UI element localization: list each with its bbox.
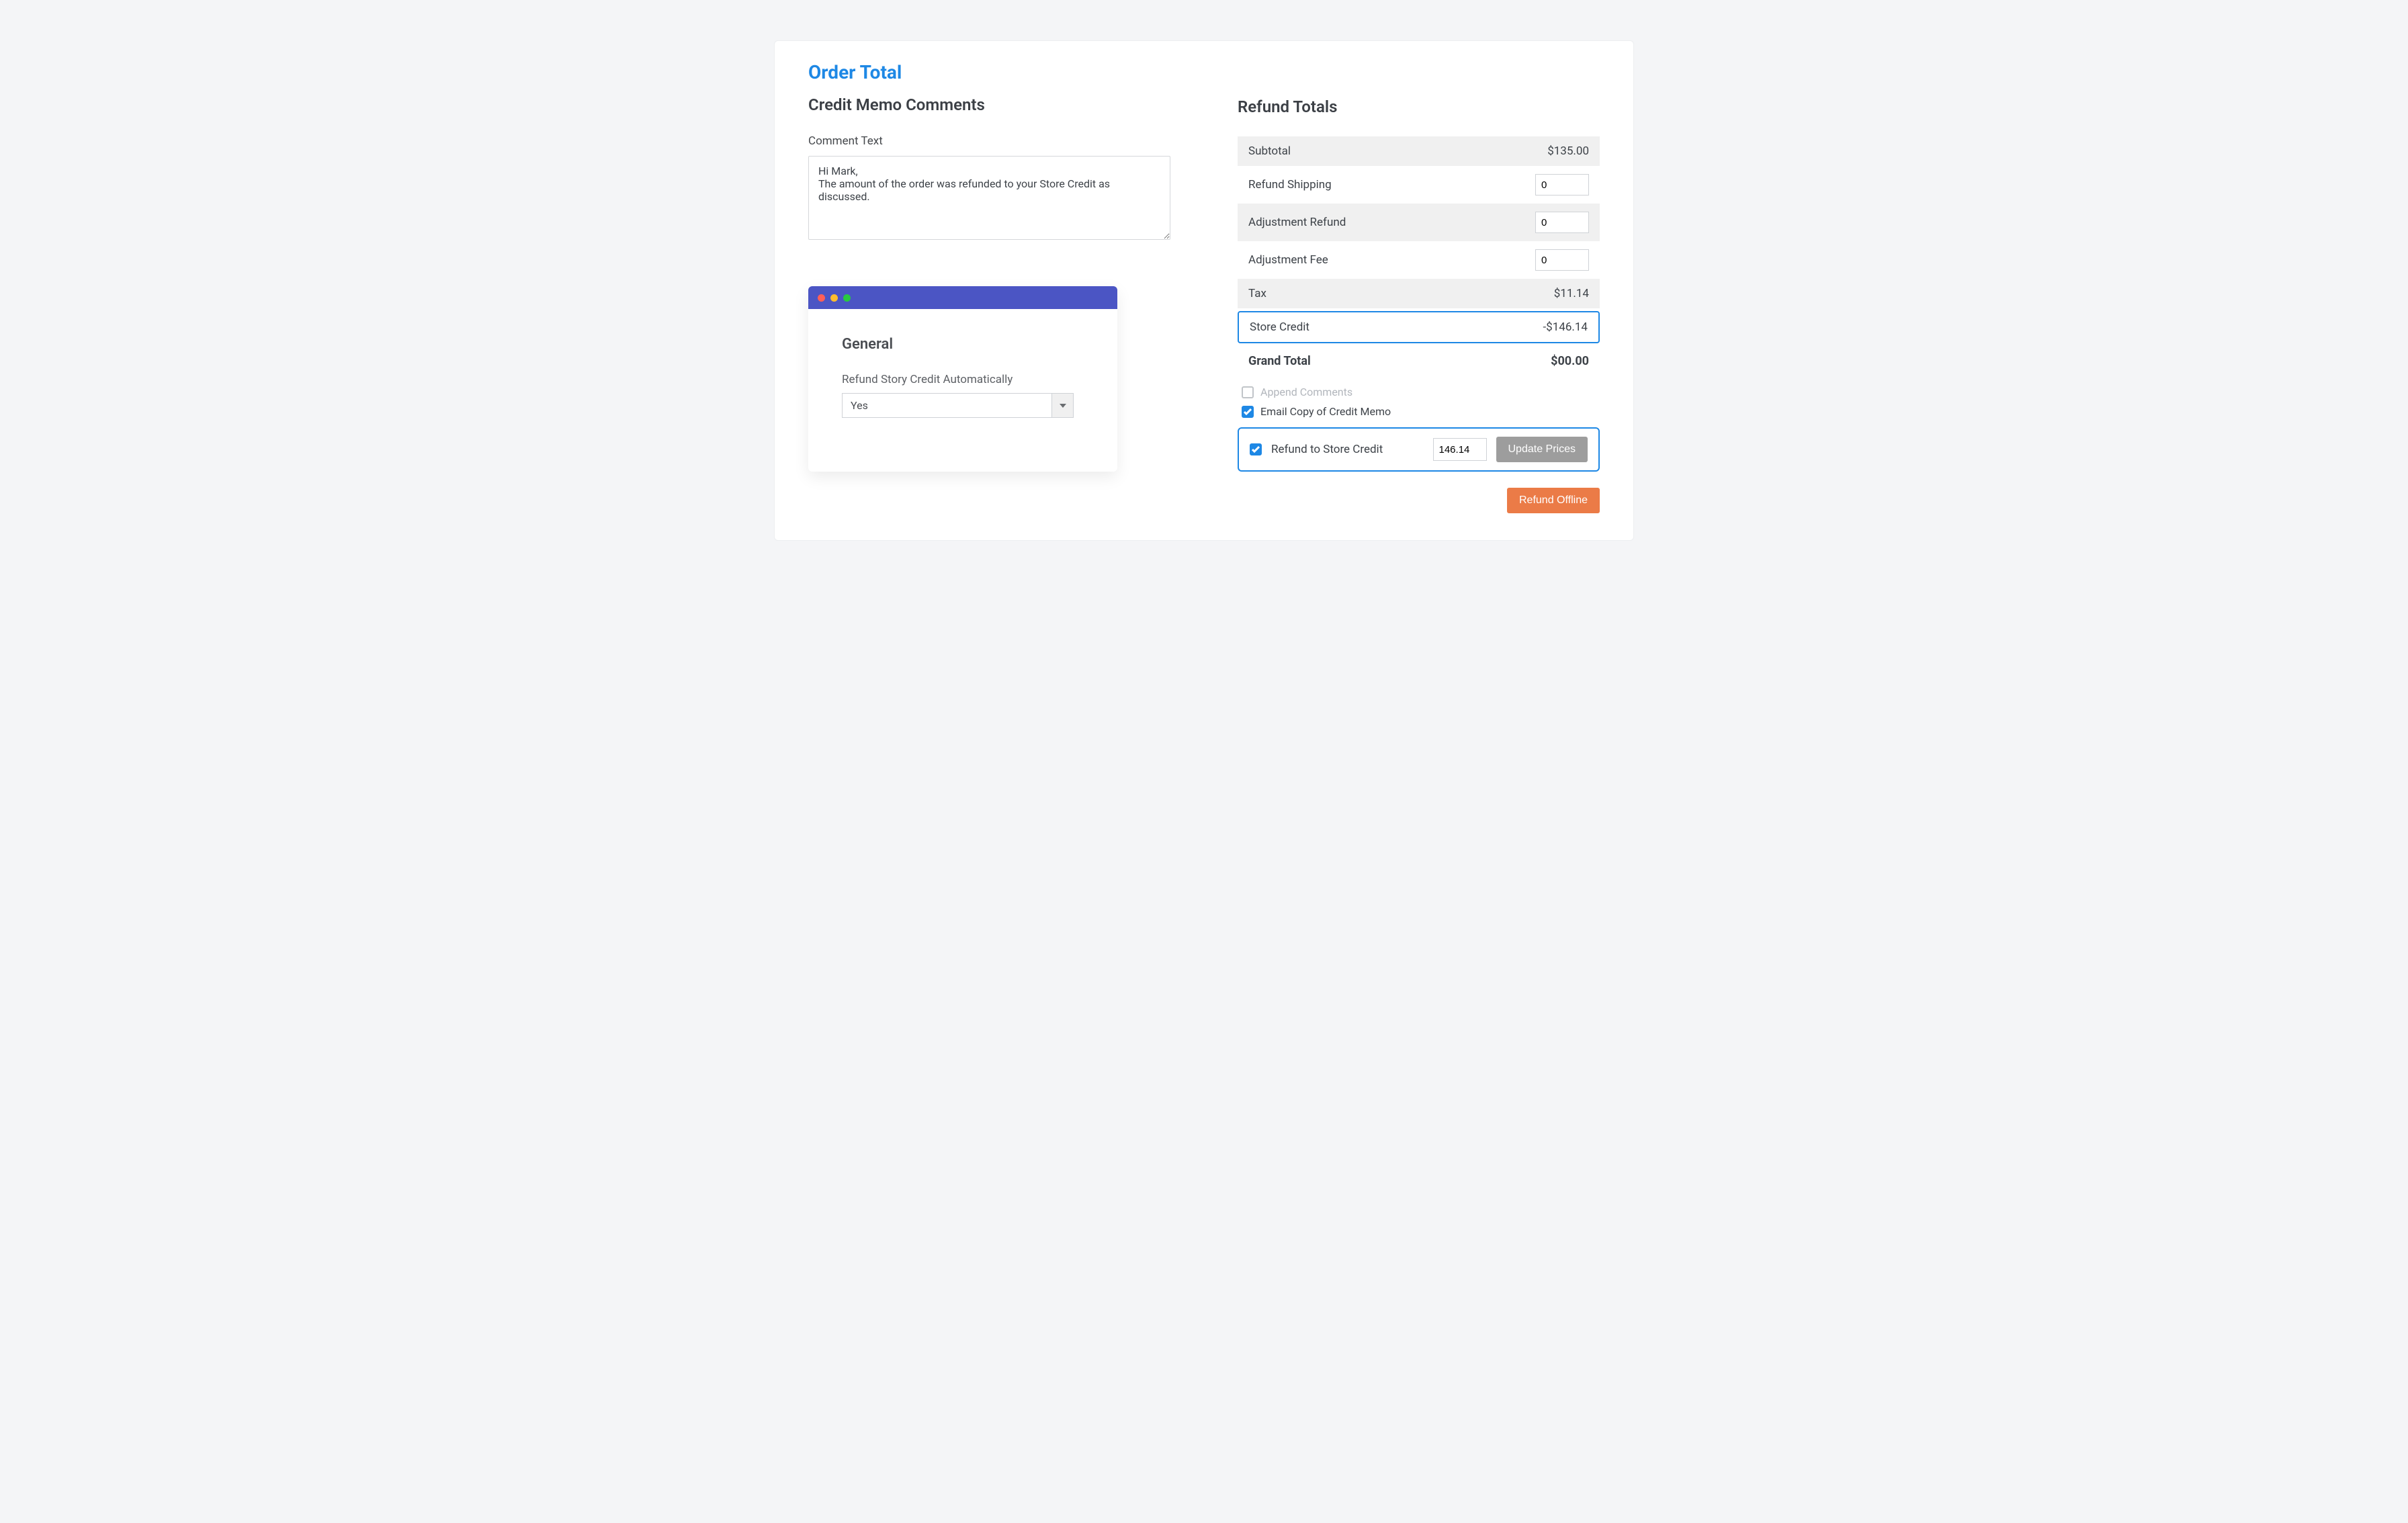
refund-auto-label: Refund Story Credit Automatically: [842, 373, 1084, 386]
subtotal-value: $135.00: [1547, 144, 1589, 158]
adjustment-refund-input[interactable]: [1535, 212, 1589, 233]
subtotal-row: Subtotal $135.00: [1238, 136, 1600, 166]
store-credit-row: Store Credit -$146.14: [1238, 311, 1600, 343]
append-comments-label: Append Comments: [1260, 386, 1352, 398]
grand-total-value: $00.00: [1551, 354, 1589, 368]
refund-auto-value: Yes: [843, 394, 1051, 417]
order-total-card: Order Total Credit Memo Comments Comment…: [774, 40, 1634, 541]
adjustment-fee-row: Adjustment Fee: [1238, 241, 1600, 279]
append-comments-row: Append Comments: [1242, 386, 1596, 398]
credit-memo-comments-heading: Credit Memo Comments: [808, 95, 1170, 114]
email-copy-label: Email Copy of Credit Memo: [1260, 405, 1391, 418]
right-column: Refund Totals Subtotal $135.00 Refund Sh…: [1238, 61, 1600, 513]
chevron-down-icon[interactable]: [1051, 394, 1073, 417]
settings-mini-window: General Refund Story Credit Automaticall…: [808, 286, 1117, 472]
refund-store-credit-checkbox[interactable]: [1250, 443, 1262, 455]
refund-to-store-credit-box: Refund to Store Credit Update Prices: [1238, 427, 1600, 472]
email-copy-checkbox[interactable]: [1242, 406, 1254, 418]
grand-total-label: Grand Total: [1248, 354, 1311, 368]
tax-value: $11.14: [1554, 287, 1589, 300]
append-comments-checkbox[interactable]: [1242, 386, 1254, 398]
window-close-dot[interactable]: [818, 294, 825, 302]
store-credit-value: -$146.14: [1543, 320, 1588, 334]
refund-shipping-input[interactable]: [1535, 174, 1589, 195]
grand-total-row: Grand Total $00.00: [1238, 346, 1600, 376]
update-prices-button[interactable]: Update Prices: [1496, 437, 1588, 462]
refund-shipping-label: Refund Shipping: [1248, 178, 1332, 191]
store-credit-label: Store Credit: [1250, 320, 1309, 334]
checkbox-group: Append Comments Email Copy of Credit Mem…: [1238, 386, 1600, 418]
adjustment-refund-row: Adjustment Refund: [1238, 204, 1600, 241]
page-title: Order Total: [808, 61, 1170, 83]
action-row: Refund Offline: [1238, 488, 1600, 513]
mini-window-body: General Refund Story Credit Automaticall…: [808, 309, 1117, 472]
mini-window-titlebar: [808, 286, 1117, 309]
refund-totals-heading: Refund Totals: [1238, 97, 1600, 116]
email-copy-row: Email Copy of Credit Memo: [1242, 405, 1596, 418]
window-zoom-dot[interactable]: [843, 294, 851, 302]
refund-store-credit-amount-input[interactable]: [1433, 438, 1487, 461]
refund-store-credit-label: Refund to Store Credit: [1271, 443, 1424, 456]
refund-offline-button[interactable]: Refund Offline: [1507, 488, 1600, 513]
subtotal-label: Subtotal: [1248, 144, 1291, 158]
adjustment-fee-input[interactable]: [1535, 249, 1589, 271]
adjustment-fee-label: Adjustment Fee: [1248, 253, 1328, 267]
tax-row: Tax $11.14: [1238, 279, 1600, 308]
comment-text-input[interactable]: [808, 156, 1170, 240]
adjustment-refund-label: Adjustment Refund: [1248, 216, 1346, 229]
window-minimize-dot[interactable]: [830, 294, 838, 302]
general-heading: General: [842, 336, 1084, 353]
left-column: Order Total Credit Memo Comments Comment…: [808, 61, 1170, 513]
refund-shipping-row: Refund Shipping: [1238, 166, 1600, 204]
refund-totals-table: Subtotal $135.00 Refund Shipping Adjustm…: [1238, 136, 1600, 376]
tax-label: Tax: [1248, 287, 1266, 300]
comment-text-label: Comment Text: [808, 134, 1170, 148]
refund-auto-select[interactable]: Yes: [842, 393, 1074, 418]
